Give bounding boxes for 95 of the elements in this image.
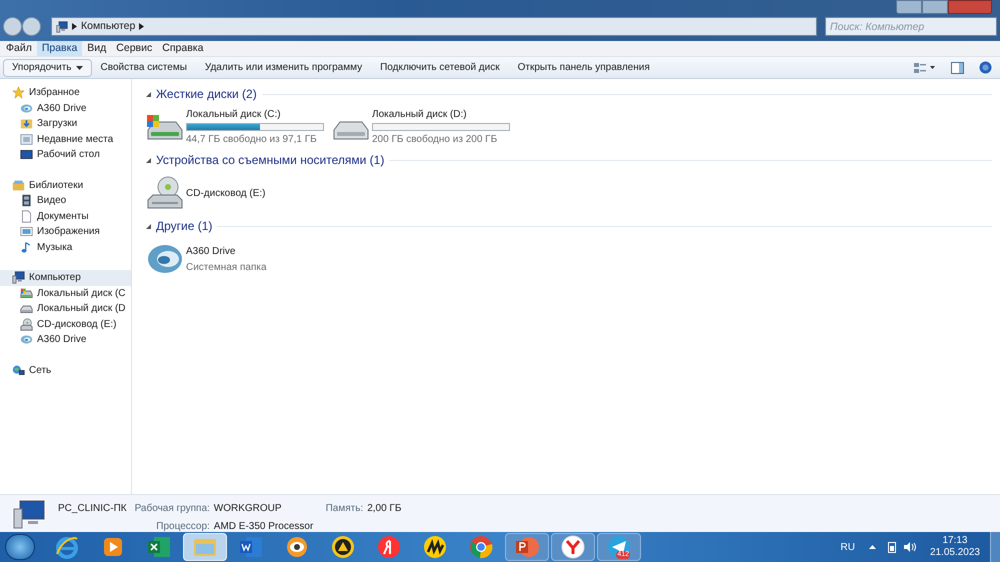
collapse-icon[interactable] bbox=[146, 224, 151, 228]
sidebar-item[interactable]: Локальный диск (D bbox=[0, 301, 131, 316]
preview-pane-icon[interactable] bbox=[951, 62, 964, 74]
sidebar-item[interactable]: Изображения bbox=[0, 224, 131, 240]
computer-name: PC_CLINIC-ПК bbox=[58, 502, 127, 516]
sidebar-item[interactable]: Избранное bbox=[0, 85, 131, 100]
desktop-icon bbox=[20, 148, 33, 162]
cd-drive-icon bbox=[146, 176, 184, 210]
language-indicator[interactable]: RU bbox=[840, 540, 855, 554]
drive-info: 44,7 ГБ свободно из 97,1 ГБ bbox=[186, 133, 318, 147]
recent-places-icon bbox=[20, 132, 33, 146]
battery-icon[interactable] bbox=[888, 541, 896, 553]
volume-icon[interactable] bbox=[904, 541, 916, 553]
drive-name: Локальный диск (C:) bbox=[186, 108, 282, 122]
sidebar-item[interactable]: CD-дисковод (E:) bbox=[0, 316, 131, 332]
computer-icon bbox=[56, 20, 68, 32]
drive-tile[interactable]: CD-дисковод (E:) bbox=[146, 173, 322, 213]
show-hidden-icons[interactable] bbox=[868, 545, 876, 549]
library-icon bbox=[12, 178, 25, 192]
back-button[interactable] bbox=[3, 17, 22, 36]
help-icon[interactable] bbox=[979, 61, 992, 74]
breadcrumb[interactable]: Компьютер bbox=[81, 18, 136, 34]
sidebar-item[interactable]: Документы bbox=[0, 208, 131, 224]
film-icon bbox=[20, 194, 33, 208]
toolbar-button[interactable]: Подключить сетевой диск bbox=[371, 58, 509, 76]
drive-tile[interactable]: A360 Drive Системная папка bbox=[146, 239, 322, 279]
drive-tile[interactable]: Локальный диск (D:) 200 ГБ свободно из 200 ГБ bbox=[332, 107, 508, 147]
chevron-icon[interactable] bbox=[72, 23, 77, 30]
spreadsheet-icon bbox=[146, 534, 172, 560]
view-options-icon[interactable] bbox=[914, 62, 936, 74]
drive-info: 200 ГБ свободно из 200 ГБ bbox=[372, 133, 498, 147]
image-icon bbox=[20, 225, 33, 238]
sidebar-item[interactable]: Библиотеки bbox=[0, 178, 131, 193]
star-icon bbox=[12, 86, 25, 100]
start-button[interactable] bbox=[5, 534, 35, 560]
toolbar-button[interactable]: Удалить или изменить программу bbox=[196, 58, 372, 76]
folder-icon bbox=[20, 117, 33, 130]
swirl-icon bbox=[20, 333, 33, 346]
toolbar-button[interactable]: Свойства системы bbox=[92, 58, 196, 76]
drive-name: A360 Drive bbox=[186, 244, 236, 258]
sidebar-item[interactable]: A360 Drive bbox=[0, 100, 131, 116]
detail-value: WORKGROUP bbox=[214, 502, 283, 516]
eye-icon bbox=[284, 534, 310, 560]
cd-drive-icon bbox=[20, 318, 33, 331]
document-w-icon bbox=[238, 534, 264, 560]
drive-tile[interactable]: Локальный диск (C:) 44,7 ГБ свободно из 97,1 ГБ bbox=[146, 107, 322, 147]
drive-name: CD-дисковод (E:) bbox=[186, 186, 266, 200]
group-header[interactable]: Устройства со съемными носителями (1) bbox=[156, 151, 384, 169]
browser-e-icon bbox=[54, 534, 80, 560]
document-icon bbox=[20, 210, 33, 223]
sidebar-item[interactable]: Видео bbox=[0, 193, 131, 208]
music-note-icon bbox=[20, 240, 33, 254]
network-icon bbox=[12, 364, 25, 377]
sidebar-item[interactable]: Недавние места bbox=[0, 132, 131, 147]
clock[interactable]: 17:13 21.05.2023 bbox=[930, 535, 980, 559]
detail-label: Память: bbox=[326, 502, 364, 516]
computer-icon bbox=[12, 271, 25, 284]
collapse-icon[interactable] bbox=[146, 158, 151, 162]
detail-label: Рабочая группа: bbox=[134, 502, 210, 516]
menu-item[interactable]: Вид bbox=[82, 41, 112, 56]
address-bar[interactable]: Компьютер bbox=[51, 17, 817, 36]
collapse-icon[interactable] bbox=[146, 92, 151, 96]
chrome-icon bbox=[468, 534, 494, 560]
letter-logo-icon bbox=[376, 534, 402, 560]
sidebar-item[interactable]: Загрузки bbox=[0, 116, 131, 132]
sidebar-item[interactable]: Рабочий стол bbox=[0, 147, 131, 162]
drive-name: Локальный диск (D:) bbox=[372, 108, 468, 122]
y-logo-icon bbox=[560, 534, 586, 560]
menu-item[interactable]: Правка bbox=[36, 41, 82, 56]
group-header[interactable]: Жесткие диски (2) bbox=[156, 85, 257, 103]
menu-item[interactable]: Справка bbox=[157, 41, 208, 56]
swirl-icon bbox=[20, 102, 33, 115]
squiggle-icon bbox=[422, 534, 448, 560]
search-field[interactable]: Поиск: Компьютер bbox=[825, 17, 997, 36]
hard-drive-icon bbox=[20, 286, 33, 300]
sidebar-item[interactable]: Сеть bbox=[0, 362, 131, 378]
toolbar-button[interactable]: Открыть панель управления bbox=[508, 58, 659, 76]
sidebar-item[interactable]: Локальный диск (C bbox=[0, 286, 131, 301]
organize-button[interactable]: Упорядочить bbox=[3, 58, 92, 76]
detail-label: Процессор: bbox=[155, 520, 210, 534]
drive-info: Системная папка bbox=[186, 260, 267, 274]
computer-icon bbox=[12, 498, 46, 528]
forward-button[interactable] bbox=[22, 17, 41, 36]
presentation-icon bbox=[514, 534, 540, 560]
caret-icon bbox=[76, 66, 83, 70]
sidebar-item[interactable]: A360 Drive bbox=[0, 332, 131, 348]
menu-item[interactable]: Файл bbox=[1, 41, 37, 56]
menu-item[interactable]: Сервис bbox=[111, 41, 158, 56]
chevron-icon[interactable] bbox=[139, 23, 144, 30]
detail-value: 2,00 ГБ bbox=[367, 502, 402, 516]
swirl-icon bbox=[146, 242, 184, 276]
group-header[interactable]: Другие (1) bbox=[156, 217, 212, 235]
sidebar-item[interactable]: Музыка bbox=[0, 240, 131, 255]
sidebar-item[interactable]: Компьютер bbox=[0, 270, 131, 286]
detail-value: AMD E-350 Processor bbox=[214, 520, 314, 534]
